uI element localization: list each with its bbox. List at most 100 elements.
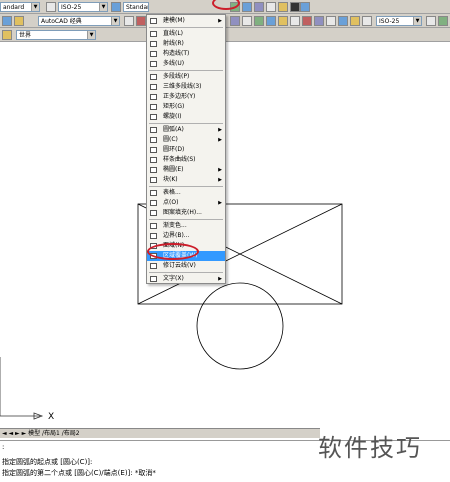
menu-item-label: 多段线(P) [163,73,190,80]
annotation-oval [147,243,199,260]
menu-item-label: 建模(M) [163,17,185,24]
x-axis-label: X [48,412,54,422]
tool-icon[interactable] [326,16,336,26]
menu-item[interactable]: 渐变色... [147,221,225,231]
tool-icon[interactable] [302,16,312,26]
menu-item-icon [150,233,157,239]
tab-labels[interactable]: 模型 /布局1 /布局2 [28,430,80,437]
menu-item-label: 构造线(T) [163,50,190,57]
menu-item-icon [150,200,157,206]
submenu-arrow-icon: ▶ [218,167,222,173]
tool-icon[interactable] [136,16,146,26]
chevron-down-icon: ▼ [31,3,39,11]
menu-item[interactable]: 块(K) ▶ [147,175,225,185]
menu-item-icon [150,104,157,110]
tool-icon[interactable] [2,16,12,26]
tab-nav-arrows[interactable]: ◄ ◄ ► ► [0,430,26,437]
menu-item-label: 修订云线(V) [163,262,196,269]
menu-item[interactable]: 三维多段线(3) [147,82,225,92]
tool-icon[interactable] [338,16,348,26]
menu-item-label: 圆(C) [163,136,178,143]
tool-icon[interactable] [290,16,300,26]
menu-separator [149,123,223,124]
circle-shape [196,282,284,370]
tool-icon[interactable] [314,16,324,26]
tool-icon[interactable] [242,2,252,12]
tool-icon[interactable] [254,2,264,12]
menu-separator [149,219,223,220]
menu-item[interactable]: 图案填充(H)... [147,208,225,218]
ucs-icon [0,357,44,420]
menu-item[interactable]: 椭圆(E) ▶ [147,165,225,175]
menu-item[interactable]: 边界(B)... [147,231,225,241]
menu-item[interactable]: 螺旋(I) [147,112,225,122]
tool-icon[interactable] [266,16,276,26]
table-style-icon[interactable] [111,2,121,12]
menu-item-label: 椭圆(E) [163,166,184,173]
tool-icon[interactable] [438,16,448,26]
menu-item[interactable]: 多线(U) [147,59,225,69]
menu-item[interactable]: 射线(R) [147,39,225,49]
tool-icon[interactable] [254,16,264,26]
tool-icon[interactable] [14,16,24,26]
menu-item-icon [150,94,157,100]
menu-item[interactable]: 点(O) ▶ [147,198,225,208]
menu-item-label: 表格... [163,189,181,196]
workspace-value: AutoCAD 经典 [41,18,82,25]
menu-item-label: 圆弧(A) [163,126,184,133]
menu-item[interactable]: 正多边形(Y) [147,92,225,102]
menu-item[interactable]: 样条曲线(S) [147,155,225,165]
menu-item-icon [150,276,157,282]
tool-icon[interactable] [350,16,360,26]
tool-icon[interactable] [278,2,288,12]
menu-item-label: 渐变色... [163,222,187,229]
menu-item[interactable]: 多段线(P) [147,72,225,82]
menu-item[interactable]: 建模(M) ▶ [147,16,225,26]
dim-style-combo[interactable]: ISO-25 ▼ [58,2,108,12]
menu-item-icon [150,177,157,183]
menu-item[interactable]: 构造线(T) [147,49,225,59]
layout-tabs[interactable]: ◄ ◄ ► ► 模型 /布局1 /布局2 [0,428,320,438]
chevron-down-icon: ▼ [413,17,421,25]
menu-item-icon [150,74,157,80]
tool-icon[interactable] [124,16,134,26]
tool-icon[interactable] [242,16,252,26]
dim-style-combo-right[interactable]: ISO-25 ▼ [376,16,422,26]
menu-item-label: 螺旋(I) [163,113,182,120]
tool-icon[interactable] [362,16,372,26]
menu-item[interactable]: 圆环(D) [147,145,225,155]
menu-item[interactable]: 文字(X) ▶ [147,274,225,284]
menu-item[interactable]: 圆弧(A) ▶ [147,125,225,135]
submenu-arrow-icon: ▶ [218,18,222,24]
tool-icon[interactable] [290,2,300,12]
menu-item[interactable]: 直线(L) [147,29,225,39]
menu-item-label: 图案填充(H)... [163,209,202,216]
menu-separator [149,27,223,28]
ucs-combo[interactable]: 世界 ▼ [16,30,96,40]
menu-item[interactable]: 圆(C) ▶ [147,135,225,145]
menu-item-label: 文字(X) [163,275,184,282]
menu-item-label: 样条曲线(S) [163,156,196,163]
workspace-combo[interactable]: AutoCAD 经典 ▼ [38,16,120,26]
table-style-combo[interactable]: Standar [123,2,149,12]
tool-icon[interactable] [278,16,288,26]
text-style-combo[interactable]: andard ▼ [0,2,40,12]
menu-item-icon [150,127,157,133]
menu-item[interactable]: 修订云线(V) [147,261,225,271]
menu-item-icon [150,114,157,120]
tool-icon[interactable] [2,30,12,40]
dim-style-value: ISO-25 [61,4,82,11]
dim-style-right-value: ISO-25 [379,18,400,25]
dim-style-icon[interactable] [46,2,56,12]
chevron-down-icon: ▼ [87,31,95,39]
tool-icon[interactable] [266,2,276,12]
chevron-down-icon: ▼ [111,17,119,25]
command-line-2: 指定圆弧的起点或 [圆心(C)]: [2,458,93,466]
help-icon[interactable] [300,2,310,12]
menu-separator [149,272,223,273]
menu-separator [149,70,223,71]
menu-item[interactable]: 矩形(G) [147,102,225,112]
menu-item[interactable]: 表格... [147,188,225,198]
tool-icon[interactable] [230,16,240,26]
tool-icon[interactable] [426,16,436,26]
